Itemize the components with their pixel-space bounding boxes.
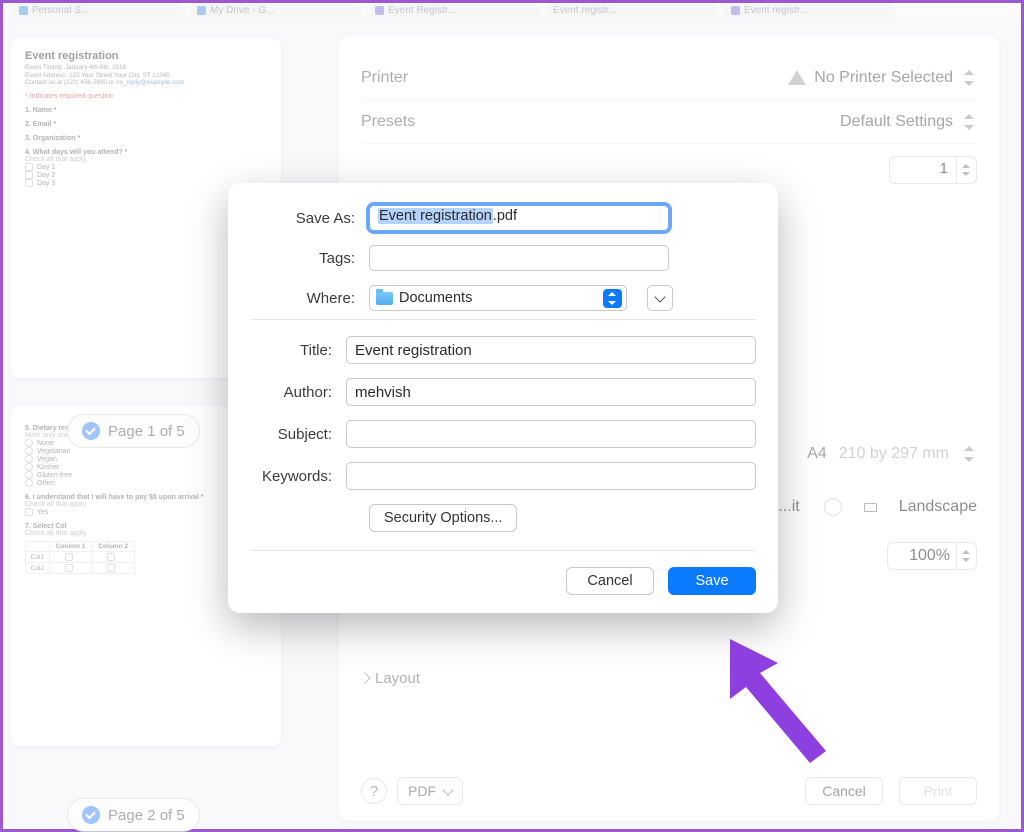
filename-selected: Event registration <box>378 208 493 224</box>
where-dropdown[interactable]: Documents <box>369 285 627 311</box>
cancel-button[interactable]: Cancel <box>566 567 654 595</box>
keywords-input[interactable] <box>346 462 756 490</box>
where-value: Documents <box>399 290 472 306</box>
chevron-down-icon <box>654 291 665 302</box>
tags-label: Tags: <box>250 250 355 267</box>
author-input[interactable] <box>346 378 756 406</box>
where-expand-button[interactable] <box>647 285 673 311</box>
save-dialog: Save As: Event registration.pdf Tags: Wh… <box>228 183 778 613</box>
folder-icon <box>376 292 393 305</box>
saveas-input[interactable]: Event registration.pdf <box>369 205 669 231</box>
updown-icon <box>603 289 622 308</box>
saveas-label: Save As: <box>250 210 355 227</box>
divider <box>250 550 756 551</box>
tags-input[interactable] <box>369 245 669 271</box>
subject-input[interactable] <box>346 420 756 448</box>
security-options-button[interactable]: Security Options... <box>369 504 517 532</box>
subject-label: Subject: <box>250 426 332 443</box>
save-button[interactable]: Save <box>668 567 756 595</box>
keywords-label: Keywords: <box>250 468 332 485</box>
title-input[interactable] <box>346 336 756 364</box>
divider <box>250 319 756 320</box>
author-label: Author: <box>250 384 332 401</box>
filename-ext: .pdf <box>493 208 517 224</box>
where-label: Where: <box>250 290 355 307</box>
title-label: Title: <box>250 342 332 359</box>
